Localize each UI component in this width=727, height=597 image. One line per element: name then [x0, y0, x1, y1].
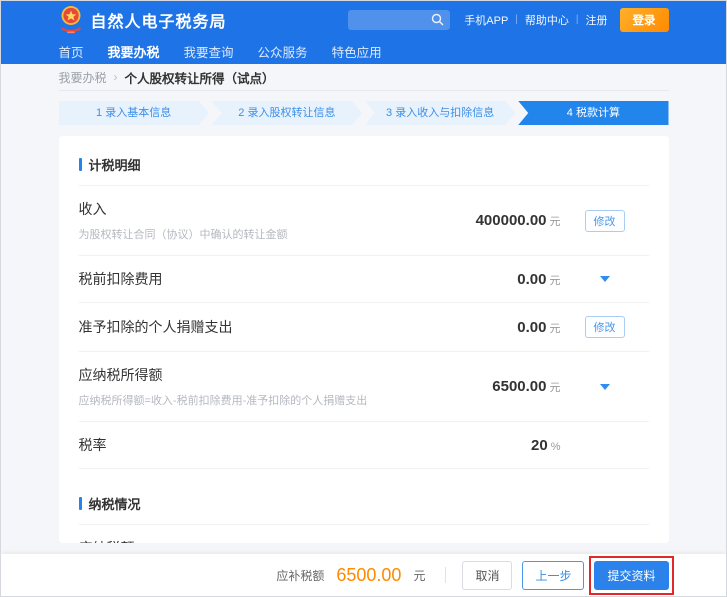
step-2-transfer-info[interactable]: 2 录入股权转让信息: [212, 101, 362, 125]
income-note: 为股权转让合同（协议）中确认的转让金额: [79, 226, 476, 242]
tax-due-unit: 元: [413, 567, 425, 584]
pre-deduction-expand-arrow-icon[interactable]: [600, 276, 610, 282]
donation-value: 0.00元: [517, 319, 560, 336]
breadcrumb-divider: [59, 90, 669, 91]
nav-item-public-service[interactable]: 公众服务: [258, 42, 308, 61]
nav-item-special-apps[interactable]: 特色应用: [332, 42, 382, 61]
nav-item-tax[interactable]: 我要办税: [108, 42, 160, 61]
income-unit: 元: [550, 216, 561, 228]
tax-calculation-card: 计税明细 收入 为股权转让合同（协议）中确认的转让金额 400000.00元 修…: [59, 136, 669, 543]
row-pre-tax-deduction: 税前扣除费用 0.00元: [79, 256, 649, 303]
search-input[interactable]: [354, 14, 431, 26]
pre-deduction-unit: 元: [550, 275, 561, 287]
link-register[interactable]: 注册: [586, 12, 608, 28]
nav-item-query[interactable]: 我要查询: [184, 42, 234, 61]
pre-deduction-value: 0.00元: [517, 271, 560, 288]
income-label: 收入: [79, 199, 476, 219]
previous-step-button[interactable]: 上一步: [522, 561, 584, 590]
app-window: 自然人电子税务局 手机APP | 帮助中心 | 注册 登录 首页 我要办税 我要…: [0, 0, 727, 597]
header-link-separator: |: [576, 14, 579, 25]
row-income: 收入 为股权转让合同（协议）中确认的转让金额 400000.00元 修改: [79, 186, 649, 256]
step-1-basic-info[interactable]: 1 录入基本信息: [59, 101, 209, 125]
bottom-action-bar: 应补税额 6500.00 元 取消 上一步 提交资料: [1, 554, 726, 596]
tax-rate-value: 20%: [531, 437, 560, 454]
taxable-income-note: 应纳税所得额=收入-税前扣除费用-准予扣除的个人捐赠支出: [79, 392, 493, 408]
tax-due-label: 应补税额: [276, 567, 324, 584]
submit-documents-button[interactable]: 提交资料: [594, 561, 668, 590]
footer-separator: [445, 567, 446, 583]
taxable-income-expand-arrow-icon[interactable]: [600, 384, 610, 390]
section-title-tax-detail: 计税明细: [89, 155, 141, 174]
breadcrumb: 我要办税 › 个人股权转让所得（试点）: [59, 64, 669, 90]
row-tax-rate: 税率 20%: [79, 422, 649, 469]
link-mobile-app[interactable]: 手机APP: [464, 12, 508, 28]
section-bar-icon: [79, 158, 82, 171]
donation-unit: 元: [550, 323, 561, 335]
link-help-center[interactable]: 帮助中心: [525, 12, 569, 28]
search-icon[interactable]: [431, 13, 444, 26]
step-wizard: 1 录入基本信息 2 录入股权转让信息 3 录入收入与扣除信息 4 税款计算: [59, 101, 669, 125]
section-tax-detail-header: 计税明细: [79, 140, 649, 185]
section-tax-status-header: 纳税情况: [79, 479, 649, 524]
donation-modify-button[interactable]: 修改: [585, 316, 625, 338]
taxable-income-label: 应纳税所得额: [79, 365, 493, 385]
income-value: 400000.00元: [476, 212, 561, 229]
tax-emblem-logo: [59, 5, 83, 35]
income-modify-button[interactable]: 修改: [585, 210, 625, 232]
nav-item-home[interactable]: 首页: [59, 42, 84, 61]
section-bar-icon: [79, 497, 82, 510]
row-taxable-income: 应纳税所得额 应纳税所得额=收入-税前扣除费用-准予扣除的个人捐赠支出 6500…: [79, 352, 649, 422]
row-tax-payable: 应纳税额 应纳税额=应纳税所得额*税率 6500.00元: [79, 525, 649, 543]
header-link-separator: |: [515, 14, 518, 25]
step-4-tax-calculation[interactable]: 4 税款计算: [518, 101, 668, 125]
taxable-income-unit: 元: [550, 382, 561, 394]
row-donation-deduction: 准予扣除的个人捐赠支出 0.00元 修改: [79, 303, 649, 352]
cancel-button[interactable]: 取消: [462, 561, 512, 590]
donation-label: 准予扣除的个人捐赠支出: [79, 317, 518, 337]
breadcrumb-parent[interactable]: 我要办税: [59, 69, 107, 86]
breadcrumb-current: 个人股权转让所得（试点）: [125, 68, 275, 87]
breadcrumb-separator-icon: ›: [114, 70, 118, 84]
tax-payable-label: 应纳税额: [79, 538, 493, 543]
pre-deduction-label: 税前扣除费用: [79, 269, 518, 289]
tax-rate-unit: %: [551, 441, 561, 453]
app-title: 自然人电子税务局: [91, 8, 227, 32]
section-title-tax-status: 纳税情况: [89, 494, 141, 513]
taxable-income-value: 6500.00元: [492, 378, 560, 395]
top-header: 自然人电子税务局 手机APP | 帮助中心 | 注册 登录 首页 我要办税 我要…: [1, 1, 726, 64]
tax-due-value: 6500.00: [336, 565, 401, 586]
tax-rate-label: 税率: [79, 435, 532, 455]
step-3-income-deduction[interactable]: 3 录入收入与扣除信息: [365, 101, 515, 125]
login-button[interactable]: 登录: [620, 8, 669, 32]
main-nav: 首页 我要办税 我要查询 公众服务 特色应用: [59, 38, 669, 64]
search-box[interactable]: [348, 10, 450, 30]
